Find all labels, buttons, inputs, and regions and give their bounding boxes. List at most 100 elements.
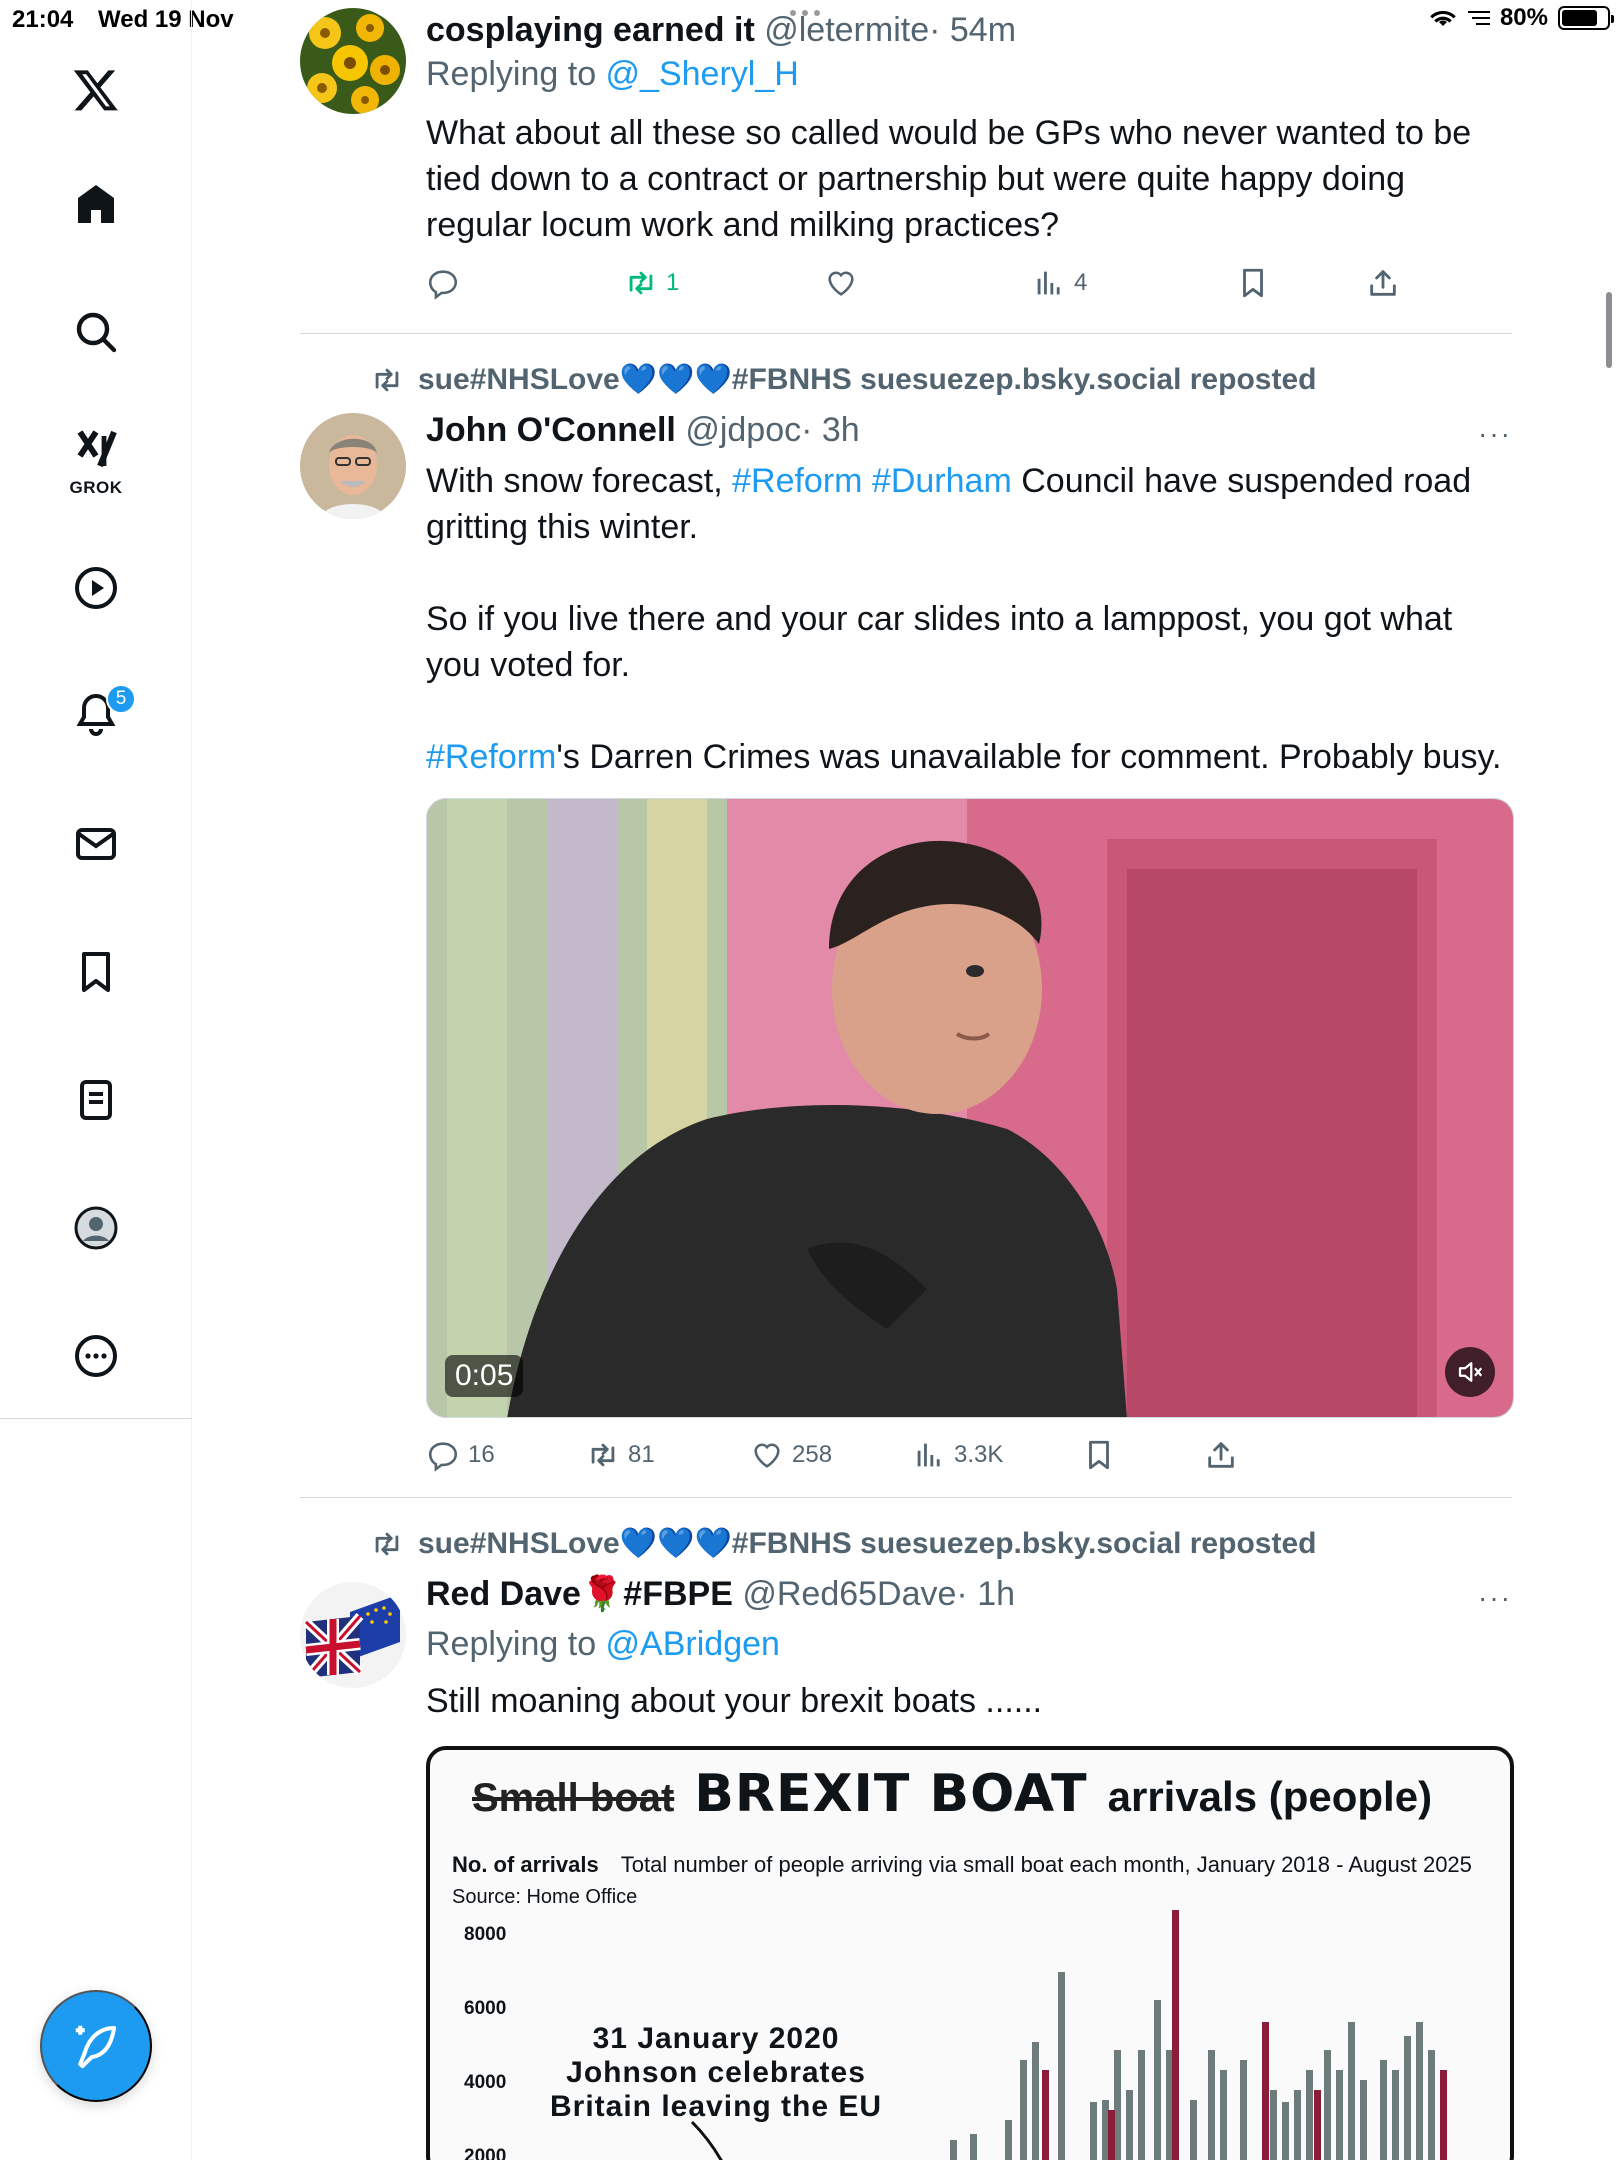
reposted-by[interactable]: sue#NHSLove💙💙💙#FBNHS suesuezep.bsky.soci…: [418, 362, 1316, 397]
like-button[interactable]: [824, 266, 858, 300]
repost-count: 81: [628, 1441, 655, 1468]
messages-icon[interactable]: [66, 814, 126, 874]
reply-to-link[interactable]: @ABridgen: [606, 1625, 780, 1663]
share-button[interactable]: [1204, 1438, 1238, 1472]
author-handle[interactable]: @jdpoc: [685, 411, 801, 449]
author-handle[interactable]: @Red65Dave: [742, 1575, 956, 1613]
chart-image[interactable]: Small boat BREXIT BOAT arrivals (people)…: [426, 1746, 1514, 2160]
compose-icon: [75, 2025, 117, 2069]
share-icon: [1208, 1442, 1234, 1468]
more-options-icon[interactable]: ···: [1478, 1582, 1512, 1614]
tweet[interactable]: Red Dave🌹#FBPE @Red65Dave· 1h Replying t…: [300, 1572, 1514, 2160]
text-segment: With snow forecast,: [426, 462, 733, 500]
repost-icon: [375, 1532, 399, 1555]
avatar[interactable]: [300, 1582, 406, 1688]
sidebar-divider: [0, 1418, 192, 1419]
chart-annotation: 31 January 2020 Johnson celebrates Brita…: [550, 2022, 882, 2124]
tweet-divider: [300, 1497, 1512, 1498]
views-icon: [1037, 271, 1060, 295]
reply-icon: [428, 270, 458, 300]
tweet-text: What about all these so called would be …: [426, 114, 1472, 244]
grok-label: GROK: [69, 478, 123, 497]
profile-icon[interactable]: [66, 1198, 126, 1258]
author-name[interactable]: John O'Connell: [426, 411, 676, 449]
tweet-header: Red Dave🌹#FBPE @Red65Dave· 1h: [426, 1572, 1514, 1616]
share-button[interactable]: [1366, 266, 1400, 300]
reply-context: Replying to @_Sheryl_H: [426, 52, 1514, 96]
views-count: 4: [1074, 269, 1088, 296]
tweet[interactable]: John O'Connell @jdpoc· 3h With snow fore…: [300, 408, 1514, 1472]
sidebar: GROK 5: [0, 0, 192, 2160]
author-name[interactable]: Red Dave🌹#FBPE: [426, 1575, 733, 1613]
video-duration: 0:05: [445, 1355, 524, 1397]
scrollbar[interactable]: [1606, 292, 1612, 368]
grok-icon[interactable]: [66, 420, 126, 480]
views-button[interactable]: 4: [1032, 266, 1087, 300]
views-icon: [917, 1443, 940, 1467]
reply-to-link[interactable]: @_Sheryl_H: [606, 55, 799, 93]
tweet-text: With snow forecast, #Reform #Durham Coun…: [426, 458, 1514, 780]
avatar[interactable]: [300, 8, 406, 114]
reply-prefix: Replying to: [426, 55, 606, 93]
author-name[interactable]: cosplaying earned it: [426, 11, 755, 49]
repost-icon: [629, 271, 653, 295]
views-count: 3.3K: [954, 1441, 1004, 1468]
text-segment: So if you live there and your car slides…: [426, 600, 1453, 684]
repost-context: sue#NHSLove💙💙💙#FBNHS suesuezep.bsky.soci…: [370, 1526, 1316, 1561]
muted-speaker-icon: [1458, 1362, 1483, 1382]
like-button[interactable]: 258: [750, 1438, 832, 1472]
annotation-line: 31 January 2020: [592, 2022, 840, 2055]
x-logo-icon[interactable]: [66, 60, 126, 120]
video-player[interactable]: 0:05: [426, 798, 1514, 1418]
repost-button[interactable]: 1: [624, 266, 679, 300]
bookmarks-icon[interactable]: [66, 942, 126, 1002]
more-icon[interactable]: [66, 1326, 126, 1386]
video-frame: [427, 799, 1513, 1417]
avatar[interactable]: [300, 413, 406, 519]
hashtag-link[interactable]: #Durham: [872, 462, 1012, 500]
hashtag-link[interactable]: #Reform: [732, 462, 862, 500]
search-icon[interactable]: [66, 302, 126, 362]
bookmark-icon: [1089, 1440, 1109, 1470]
share-icon: [1370, 270, 1396, 296]
author-handle[interactable]: @letermite: [764, 11, 929, 49]
tweet-time[interactable]: · 1h: [956, 1575, 1015, 1613]
video-icon[interactable]: [66, 558, 126, 618]
tweet-actions: 1 4: [426, 266, 1426, 316]
reposted-by[interactable]: sue#NHSLove💙💙💙#FBNHS suesuezep.bsky.soci…: [418, 1526, 1316, 1561]
like-count: 258: [792, 1441, 833, 1468]
like-icon: [754, 1443, 780, 1468]
tweet-header: cosplaying earned it @letermite· 54m: [426, 8, 1514, 52]
timeline-feed: cosplaying earned it @letermite· 54m Rep…: [192, 0, 1620, 2160]
tweet-divider: [300, 333, 1512, 334]
reply-button[interactable]: 16: [426, 1438, 495, 1472]
tweet-time[interactable]: · 3h: [801, 411, 860, 449]
tweet[interactable]: cosplaying earned it @letermite· 54m Rep…: [300, 8, 1512, 328]
reply-prefix: Replying to: [426, 1625, 606, 1663]
bookmark-button[interactable]: [1236, 266, 1270, 300]
tweet-actions: 16 81 258 3.3K: [426, 1438, 1426, 1488]
tweet-time[interactable]: · 54m: [929, 11, 1016, 49]
repost-count: 1: [666, 269, 680, 296]
annotation-line: Johnson celebrates: [566, 2056, 866, 2089]
tweet-text: Still moaning about your brexit boats ..…: [426, 1682, 1043, 1720]
reply-icon: [428, 1442, 458, 1472]
repost-context: sue#NHSLove💙💙💙#FBNHS suesuezep.bsky.soci…: [370, 362, 1316, 397]
reply-context: Replying to @ABridgen: [426, 1622, 1514, 1666]
mute-button[interactable]: [1445, 1347, 1495, 1397]
bookmark-icon: [1243, 268, 1263, 298]
home-icon[interactable]: [66, 174, 126, 234]
reply-button[interactable]: [426, 266, 460, 300]
bookmark-button[interactable]: [1082, 1438, 1116, 1472]
annotation-line: Britain leaving the EU: [550, 2090, 883, 2123]
more-options-icon[interactable]: ···: [1478, 418, 1512, 450]
notification-badge: 5: [106, 684, 136, 714]
lists-icon[interactable]: [66, 1070, 126, 1130]
hashtag-link[interactable]: #Reform: [426, 738, 556, 776]
compose-button[interactable]: [40, 1990, 152, 2102]
repost-icon: [591, 1443, 615, 1467]
repost-button[interactable]: 81: [586, 1438, 655, 1472]
reply-count: 16: [468, 1441, 495, 1468]
views-button[interactable]: 3.3K: [912, 1438, 1003, 1472]
like-icon: [828, 271, 854, 296]
